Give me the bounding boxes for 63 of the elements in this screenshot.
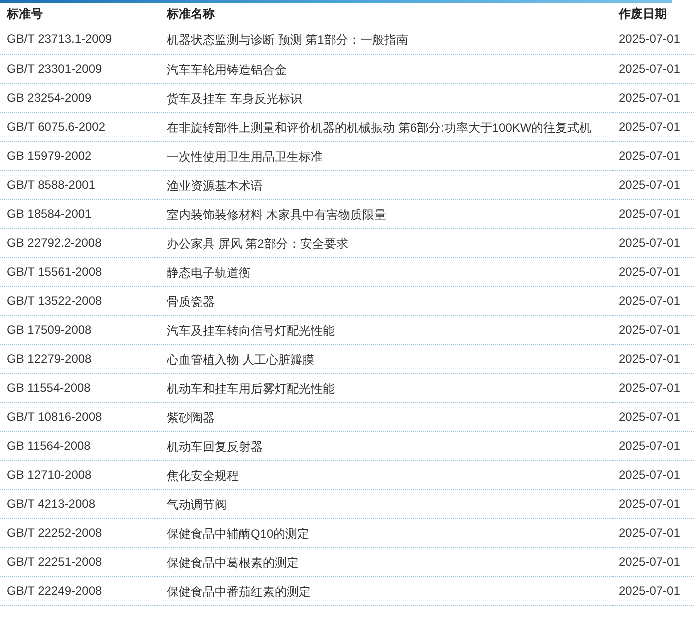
table-cell: 2025-07-01 <box>612 286 694 315</box>
table-cell: GB 23254-2009 <box>0 83 157 112</box>
table-cell: 焦化安全规程 <box>157 460 612 489</box>
table-cell: GB 17509-2008 <box>0 315 157 344</box>
table-cell: GB 22792.2-2008 <box>0 228 157 257</box>
table-cell: 2025-07-01 <box>612 170 694 199</box>
table-cell: 机器状态监测与诊断 预测 第1部分：一般指南 <box>157 25 612 54</box>
column-header: 标准号 <box>6 6 44 23</box>
table-cell: 静态电子轨道衡 <box>157 257 612 286</box>
table-cell: 2025-07-01 <box>612 257 694 286</box>
table-cell: 渔业资源基本术语 <box>157 170 612 199</box>
table-cell: 2025-07-01 <box>612 83 694 112</box>
table-cell: 2025-07-01 <box>612 402 694 431</box>
table-cell: 保健食品中番茄红素的测定 <box>157 576 612 605</box>
table-cell: GB/T 22249-2008 <box>0 576 157 605</box>
table-cell: 2025-07-01 <box>612 315 694 344</box>
table-cell: 2025-07-01 <box>612 547 694 576</box>
table-cell: GB 12710-2008 <box>0 460 157 489</box>
table-cell: 货车及挂车 车身反光标识 <box>157 83 612 112</box>
table-cell: 气动调节阀 <box>157 489 612 518</box>
table-cell: 2025-07-01 <box>612 228 694 257</box>
table-cell: GB 18584-2001 <box>0 199 157 228</box>
table-cell: 机动车和挂车用后雾灯配光性能 <box>157 373 612 402</box>
table-cell: 2025-07-01 <box>612 489 694 518</box>
table-cell: 2025-07-01 <box>612 25 694 54</box>
table-cell: GB/T 8588-2001 <box>0 170 157 199</box>
table-cell: GB 11564-2008 <box>0 431 157 460</box>
table-cell: GB 11554-2008 <box>0 373 157 402</box>
table-cell: GB/T 23713.1-2009 <box>0 25 157 54</box>
table-cell: GB/T 22251-2008 <box>0 547 157 576</box>
table-cell: 心血管植入物 人工心脏瓣膜 <box>157 344 612 373</box>
table-cell: 保健食品中辅酶Q10的测定 <box>157 518 612 547</box>
table-cell: 在非旋转部件上测量和评价机器的机械振动 第6部分:功率大于100KW的往复式机 <box>157 112 612 141</box>
table-cell: GB/T 6075.6-2002 <box>0 112 157 141</box>
table-cell: GB 15979-2002 <box>0 141 157 170</box>
table-cell: 2025-07-01 <box>612 54 694 83</box>
table-cell: 2025-07-01 <box>612 576 694 605</box>
table-cell: 2025-07-01 <box>612 112 694 141</box>
table-cell: GB/T 10816-2008 <box>0 402 157 431</box>
column-header: 标准名称 <box>166 6 216 23</box>
table-cell: 保健食品中葛根素的测定 <box>157 547 612 576</box>
table-cell: GB/T 4213-2008 <box>0 489 157 518</box>
table-cell: 骨质瓷器 <box>157 286 612 315</box>
table-cell: 一次性使用卫生用品卫生标准 <box>157 141 612 170</box>
table-cell: GB 12279-2008 <box>0 344 157 373</box>
table-cell: 2025-07-01 <box>612 460 694 489</box>
table-cell: 室内装饰装修材料 木家具中有害物质限量 <box>157 199 612 228</box>
table-cell: 2025-07-01 <box>612 518 694 547</box>
table-cell: 2025-07-01 <box>612 199 694 228</box>
table-cell: 办公家具 屏风 第2部分：安全要求 <box>157 228 612 257</box>
table-cell: 2025-07-01 <box>612 344 694 373</box>
table-cell: 汽车车轮用铸造铝合金 <box>157 54 612 83</box>
table-cell: GB/T 23301-2009 <box>0 54 157 83</box>
table-cell: 机动车回复反射器 <box>157 431 612 460</box>
table-cell: 汽车及挂车转向信号灯配光性能 <box>157 315 612 344</box>
table-cell: 2025-07-01 <box>612 431 694 460</box>
table-cell: 紫砂陶器 <box>157 402 612 431</box>
column-header: 作废日期 <box>618 6 668 23</box>
table-cell: GB/T 15561-2008 <box>0 257 157 286</box>
table-cell: 2025-07-01 <box>612 141 694 170</box>
table-cell: GB/T 13522-2008 <box>0 286 157 315</box>
table-cell: 2025-07-01 <box>612 373 694 402</box>
table-cell: GB/T 22252-2008 <box>0 518 157 547</box>
